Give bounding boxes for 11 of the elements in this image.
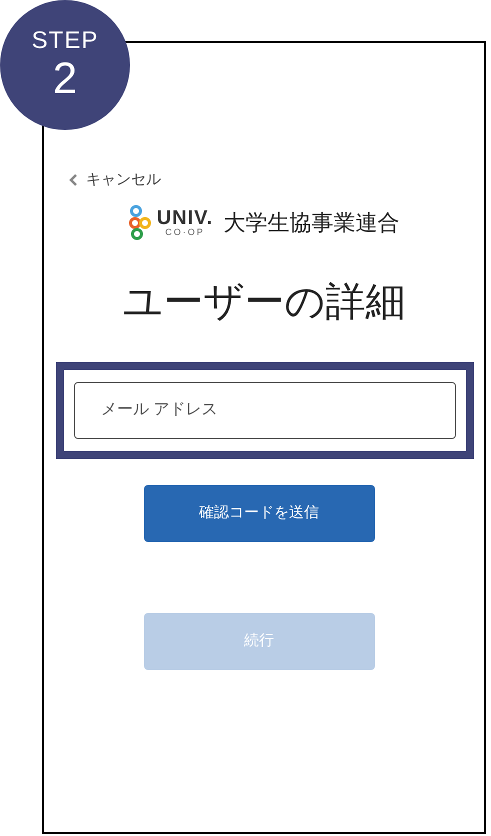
email-field[interactable]: メール アドレス [74,382,456,438]
organization-name: 大学生協事業連合 [223,209,400,237]
page-title: ユーザーの詳細 [122,278,406,326]
logo-wordmark: UNIV. [156,208,214,228]
step-number: 2 [52,57,78,101]
send-code-button[interactable]: 確認コードを送信 [144,484,374,542]
cancel-link[interactable]: キャンセル [68,169,161,192]
logo-subword: CO·OP [165,228,205,237]
chevron-left-icon [68,173,78,188]
step-label: STEP [32,29,98,53]
logo-icon [128,204,151,242]
